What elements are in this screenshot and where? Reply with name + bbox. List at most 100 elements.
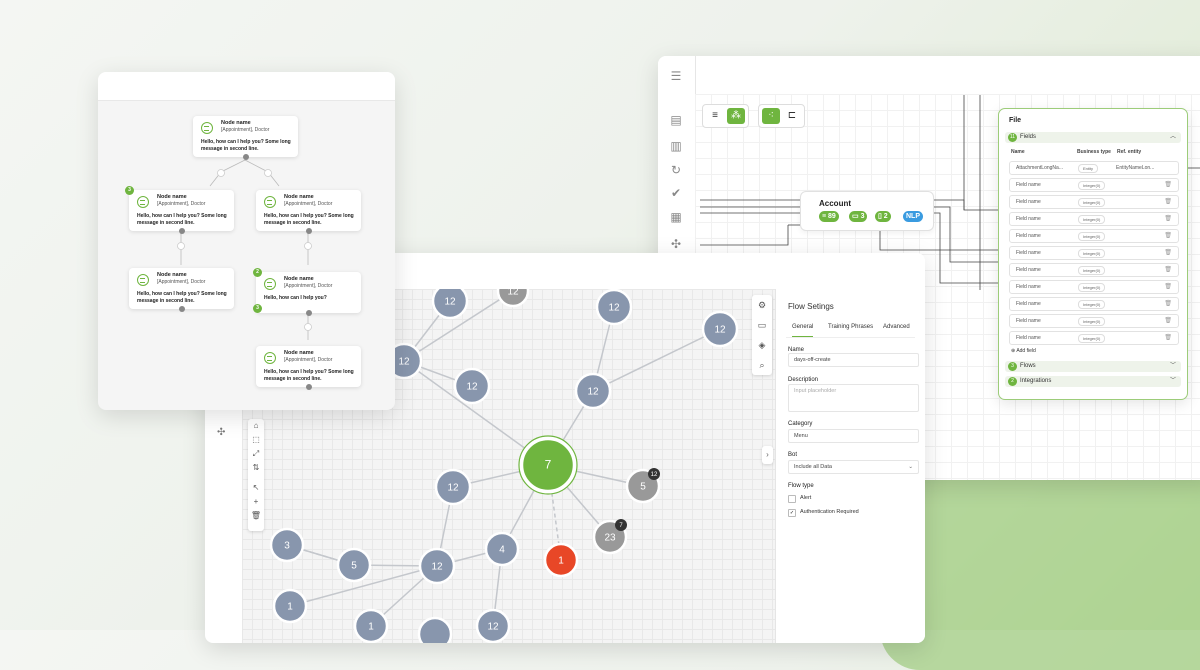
fields-label: Fields <box>1020 134 1037 140</box>
graph-node[interactable] <box>417 616 453 643</box>
bot-select[interactable]: Include all Data ⌄ <box>788 460 919 474</box>
auth-required-checkbox[interactable]: ✓ <box>788 509 796 517</box>
trash-icon[interactable]: 🗑 <box>1164 179 1172 191</box>
node-output-port[interactable] <box>305 310 312 316</box>
field-name: Field name <box>1016 284 1041 290</box>
integrations-label: Integrations <box>1020 378 1052 384</box>
field-row[interactable]: Field name Integer(0) 🗑 <box>1009 314 1179 328</box>
account-count-a-value: 89 <box>828 213 836 220</box>
file-entity-card[interactable]: File 11 Fields ︿ Name Business type Ref. … <box>998 108 1188 400</box>
flow-node[interactable]: Node name [Appointment], Doctor Hello, how… <box>256 190 361 234</box>
chevron-down-icon[interactable]: ﹀ <box>1170 376 1176 387</box>
graph-node[interactable]: 1 <box>353 608 389 643</box>
node-message: Hello, how can I help you? <box>264 295 327 301</box>
graph-node[interactable]: 5 12 <box>625 468 661 504</box>
graph-node[interactable]: 12 <box>574 372 612 410</box>
node-name: Node name <box>157 194 187 200</box>
panel-title: Flow Setings <box>788 302 834 311</box>
trash-icon[interactable]: 🗑 <box>1164 332 1172 344</box>
description-input[interactable]: Input placeholder <box>788 384 919 412</box>
graph-node[interactable]: 4 <box>484 531 520 567</box>
trash-icon[interactable]: 🗑 <box>1164 298 1172 310</box>
chevron-down-icon[interactable]: ﹀ <box>1170 361 1176 372</box>
graph-node[interactable]: 12 <box>701 310 739 348</box>
trash-icon[interactable]: 🗑 <box>1164 213 1172 225</box>
graph-node[interactable]: 12 <box>453 367 491 405</box>
add-icon[interactable]: + <box>248 495 264 509</box>
flow-type-label: Flow type <box>788 483 814 489</box>
trash-icon[interactable]: 🗑 <box>1164 230 1172 242</box>
trash-icon[interactable]: 🗑 <box>1164 247 1172 259</box>
graph-node[interactable]: 237 <box>592 519 628 555</box>
field-ref: EntityNameLon... <box>1116 165 1155 171</box>
node-output-port[interactable] <box>178 228 185 234</box>
account-entity-node[interactable]: Account ≡ 89 ▭ 3 ▯ 2 NLP <box>800 191 934 231</box>
fields-section-header[interactable]: 11 Fields ︿ <box>1005 132 1181 143</box>
graph-node[interactable]: 12 <box>496 289 530 308</box>
graph-node[interactable]: 12 <box>431 289 469 320</box>
field-row[interactable]: Field name Integer(0) 🗑 <box>1009 331 1179 345</box>
graph-node[interactable]: 12 <box>418 547 456 585</box>
node-output-port[interactable] <box>305 384 312 390</box>
canvas-toolbar: ⌂ ⬚ ⤢ ⇅ ↖ + 🗑 <box>248 419 264 531</box>
gear-icon[interactable]: ⚙ <box>752 295 772 315</box>
node-output-port[interactable] <box>178 306 185 312</box>
graph-node[interactable]: 12 <box>434 468 472 506</box>
name-input[interactable]: days-off-create <box>788 353 919 367</box>
tab-general[interactable]: General <box>792 324 814 337</box>
graph-node[interactable]: 7 <box>518 435 578 495</box>
tab-training-phrases[interactable]: Training Phrases <box>828 324 873 330</box>
field-row[interactable]: Field name Integer(0) 🗑 <box>1009 178 1179 192</box>
tab-advanced[interactable]: Advanced <box>883 324 910 330</box>
sort-icon[interactable]: ⇅ <box>248 461 264 475</box>
trash-icon[interactable]: 🗑 <box>1164 281 1172 293</box>
field-row[interactable]: Field name Integer(0) 🗑 <box>1009 246 1179 260</box>
trash-icon[interactable]: 🗑 <box>1164 196 1172 208</box>
delete-icon[interactable]: 🗑 <box>248 509 264 523</box>
expand-icon[interactable]: ⤢ <box>248 447 264 461</box>
alert-checkbox[interactable] <box>788 495 796 503</box>
graph-node[interactable]: 12 <box>475 608 511 643</box>
field-row[interactable]: Field name Integer(0) 🗑 <box>1009 229 1179 243</box>
graph-node[interactable]: 1 <box>543 542 579 578</box>
category-input[interactable]: Menu <box>788 429 919 443</box>
node-output-port[interactable] <box>242 154 249 160</box>
layers-icon[interactable]: ◈ <box>752 335 772 355</box>
flow-node[interactable]: Node name [Appointment], Doctor Hello, how… <box>129 190 234 234</box>
add-field-link[interactable]: ⊕ Add field <box>1011 348 1036 354</box>
field-name: Field name <box>1016 199 1041 205</box>
field-row-attachment[interactable]: AttachmentLongNa... Entity EntityNameLon… <box>1009 161 1179 175</box>
field-row[interactable]: Field name Integer(0) 🗑 <box>1009 280 1179 294</box>
integrations-section-header[interactable]: 2 Integrations ﹀ <box>1005 376 1181 387</box>
flow-node[interactable]: Node name [Appointment], Doctor Hello, how… <box>256 346 361 390</box>
flow-node[interactable]: Node name [Appointment], Doctor Hello, how… <box>256 272 361 316</box>
category-label: Category <box>788 421 813 427</box>
field-row[interactable]: Field name Integer(0) 🗑 <box>1009 263 1179 277</box>
column-business-type: Business type <box>1077 149 1111 155</box>
graph-node[interactable]: 3 <box>269 527 305 563</box>
node-subtitle: [Appointment], Doctor <box>284 357 333 363</box>
field-row[interactable]: Field name Integer(0) 🗑 <box>1009 297 1179 311</box>
trash-icon[interactable]: 🗑 <box>1164 264 1172 276</box>
puzzle-icon[interactable]: ✣ <box>217 427 225 438</box>
pointer-icon[interactable]: ↖ <box>248 481 264 495</box>
search-icon[interactable]: ⌕ <box>752 355 772 375</box>
trash-icon[interactable]: 🗑 <box>1164 315 1172 327</box>
flow-node[interactable]: Node name [Appointment], Doctor Hello, how… <box>129 268 234 312</box>
graph-node[interactable]: 12 <box>595 289 633 326</box>
field-row[interactable]: Field name Integer(0) 🗑 <box>1009 195 1179 209</box>
comment-icon[interactable]: ▭ <box>752 315 772 335</box>
fit-icon[interactable]: ⬚ <box>248 433 264 447</box>
graph-node[interactable]: 1 <box>272 588 308 624</box>
graph-node[interactable]: 5 <box>336 547 372 583</box>
graph-node-label: 12 <box>466 382 478 393</box>
field-row[interactable]: Field name Integer(0) 🗑 <box>1009 212 1179 226</box>
nlp-badge: NLP <box>903 211 923 222</box>
collapse-panel-button[interactable]: › <box>762 446 773 464</box>
flows-count: 3 <box>1008 362 1017 371</box>
flows-section-header[interactable]: 3 Flows ﹀ <box>1005 361 1181 372</box>
home-icon[interactable]: ⌂ <box>248 419 264 433</box>
node-output-port[interactable] <box>305 228 312 234</box>
chevron-up-icon[interactable]: ︿ <box>1170 132 1176 143</box>
flow-node[interactable]: Node name [Appointment], Doctor Hello, how… <box>193 116 298 160</box>
